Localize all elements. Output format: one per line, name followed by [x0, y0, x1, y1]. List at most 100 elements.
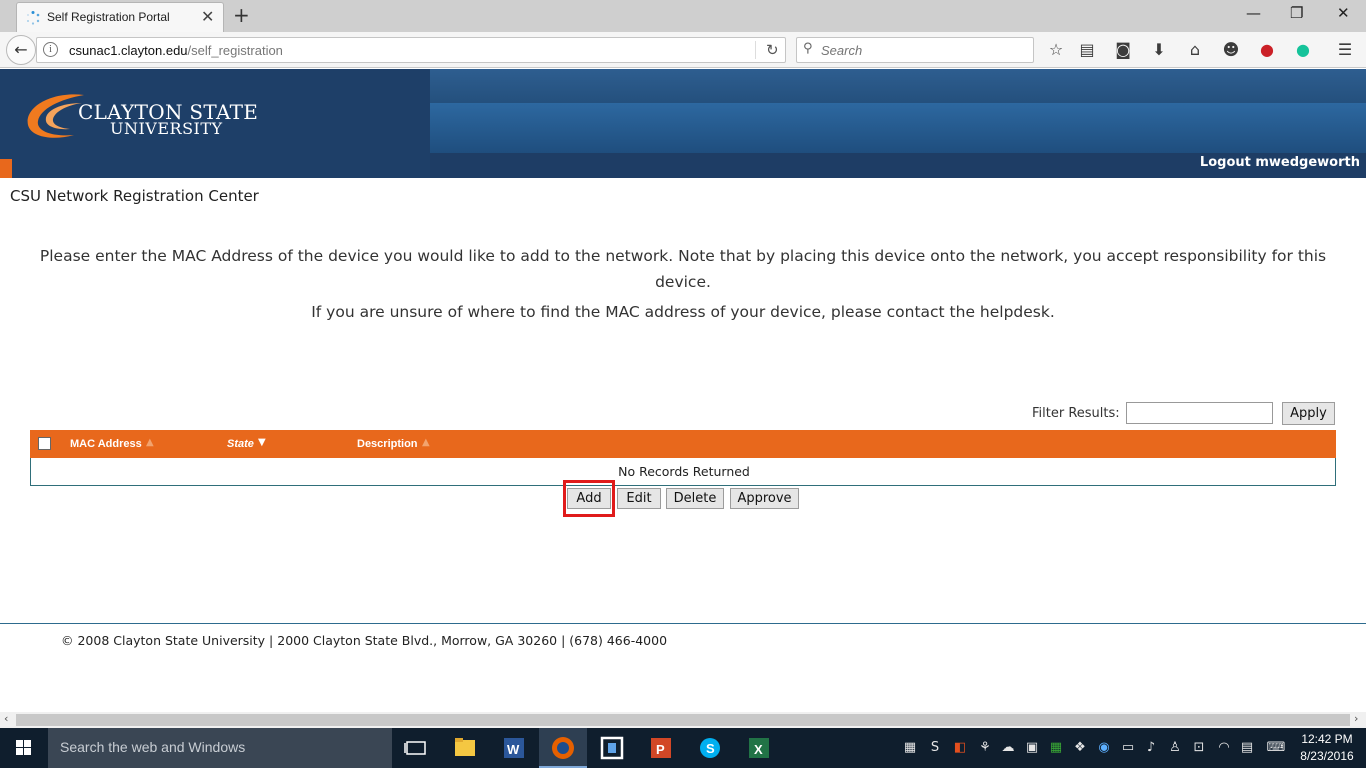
clock-date: 8/23/2016 [1300, 749, 1354, 763]
bookmark-star-icon[interactable]: ☆ [1044, 40, 1068, 60]
sort-up-icon[interactable]: ▲ [422, 437, 430, 448]
approve-button[interactable]: Approve [730, 488, 799, 509]
skype-button[interactable]: S [686, 728, 734, 768]
firefox-icon [552, 737, 574, 759]
sync-tray-icon[interactable]: ◉ [1096, 740, 1112, 756]
url-host: csunac1.clayton.edu [69, 43, 188, 58]
site-header: CLAYTON STATE UNIVERSITY Logout mwedgewo… [0, 69, 1366, 178]
keyboard-layout-icon[interactable]: ⌨ [1264, 740, 1288, 756]
empty-table-message: No Records Returned [618, 464, 750, 479]
skype-tray-icon[interactable]: S [927, 740, 943, 756]
folder-icon [455, 738, 475, 756]
taskbar-search-box[interactable]: Search the web and Windows [48, 728, 392, 768]
column-state[interactable]: State [227, 438, 254, 450]
select-all-checkbox[interactable] [38, 437, 51, 450]
taskbar-search-placeholder: Search the web and Windows [60, 739, 246, 755]
restore-icon[interactable]: ❐ [1290, 4, 1303, 22]
svg-text:P: P [656, 742, 665, 757]
volume-icon[interactable]: ♪ [1143, 740, 1159, 756]
loading-icon [27, 11, 40, 25]
instructions-text: Please enter the MAC Address of the devi… [39, 247, 1327, 291]
clock-time: 12:42 PM [1301, 732, 1353, 746]
user-tray-icon[interactable]: ♙ [1167, 740, 1183, 756]
grammarly-icon[interactable]: ● [1291, 40, 1315, 60]
powerpoint-button[interactable]: P [637, 728, 685, 768]
task-view-icon [404, 741, 426, 755]
logout-link[interactable]: Logout mwedgeworth [1200, 155, 1360, 170]
keyboard-tray-icon[interactable]: ▦ [902, 740, 918, 756]
edit-button[interactable]: Edit [617, 488, 661, 509]
back-button[interactable]: ← [6, 35, 36, 65]
sheets-tray-icon[interactable]: ▦ [1048, 740, 1064, 756]
close-tab-icon[interactable]: ✕ [201, 7, 214, 26]
svg-text:S: S [706, 741, 715, 756]
browser-tab[interactable]: Self Registration Portal ✕ [16, 2, 224, 32]
banner-strip-middle [430, 103, 1366, 153]
add-button-highlight [563, 480, 615, 517]
network-drive-tray-icon[interactable]: ▣ [1024, 740, 1040, 756]
svg-text:X: X [754, 742, 763, 757]
browser-search-box[interactable]: ⚲ [796, 37, 1034, 63]
pocket-icon[interactable]: ◙ [1111, 40, 1135, 60]
filter-label: Filter Results: [1032, 406, 1120, 421]
column-mac-address[interactable]: MAC Address [70, 438, 142, 450]
cloud-tray-icon[interactable]: ☁ [1000, 740, 1016, 756]
wifi-icon[interactable]: ◠ [1216, 740, 1232, 756]
pinterest-icon[interactable]: ● [1255, 40, 1279, 60]
windows-logo-icon [16, 740, 31, 755]
skype-icon: S [700, 738, 720, 758]
home-icon[interactable]: ⌂ [1183, 40, 1207, 60]
action-center-icon[interactable]: ▤ [1239, 740, 1255, 756]
sort-down-icon[interactable]: ▼ [258, 437, 266, 448]
banner-strip-top [430, 69, 1366, 103]
reload-icon[interactable]: ↻ [755, 41, 779, 59]
filter-input[interactable] [1126, 402, 1273, 424]
start-button[interactable] [0, 728, 48, 768]
footer-text: © 2008 Clayton State University | 2000 C… [61, 633, 668, 648]
site-info-icon[interactable]: i [43, 42, 58, 57]
dropbox-tray-icon[interactable]: ❖ [1072, 740, 1088, 756]
tab-title: Self Registration Portal [47, 10, 170, 24]
reading-list-icon[interactable]: ▤ [1075, 40, 1099, 60]
firefox-button[interactable] [539, 728, 587, 768]
search-icon: ⚲ [803, 41, 813, 56]
windows-taskbar: Search the web and Windows W P S X ▦ S ◧… [0, 728, 1366, 768]
system-clock[interactable]: 12:42 PM 8/23/2016 [1292, 731, 1362, 765]
browser-search-input[interactable] [821, 41, 1021, 59]
scroll-left-icon[interactable]: ‹ [4, 712, 8, 725]
device-table-body: No Records Returned [30, 458, 1336, 486]
excel-button[interactable]: X [735, 728, 783, 768]
device-table-header: MAC Address ▲ State ▼ Description ▲ [30, 430, 1336, 458]
address-bar[interactable]: i csunac1.clayton.edu/self_registration … [36, 37, 786, 63]
svg-text:W: W [507, 742, 520, 757]
app-button[interactable] [588, 728, 636, 768]
new-tab-icon[interactable]: + [233, 3, 250, 27]
close-window-icon[interactable]: ✕ [1337, 4, 1350, 22]
download-icon[interactable]: ⬇ [1147, 40, 1171, 60]
tab-strip: Self Registration Portal ✕ + — ❐ ✕ [0, 0, 1366, 32]
plugin-tray-icon[interactable]: ⚘ [977, 740, 993, 756]
excel-icon: X [749, 738, 769, 758]
horizontal-scrollbar[interactable]: ‹ › [0, 712, 1366, 728]
office-tray-icon[interactable]: ◧ [952, 740, 968, 756]
word-button[interactable]: W [490, 728, 538, 768]
word-icon: W [504, 738, 524, 758]
page-title: CSU Network Registration Center [10, 187, 259, 205]
brand-accent [0, 159, 12, 178]
lock-tray-icon[interactable]: ⊡ [1191, 740, 1207, 756]
sort-up-icon[interactable]: ▲ [146, 437, 154, 448]
scroll-right-icon[interactable]: › [1354, 712, 1358, 725]
column-description[interactable]: Description [357, 438, 418, 450]
file-explorer-button[interactable] [441, 728, 489, 768]
apply-filter-button[interactable]: Apply [1282, 402, 1335, 425]
logo-panel: CLAYTON STATE UNIVERSITY [0, 69, 430, 178]
task-view-button[interactable] [392, 728, 440, 768]
minimize-icon[interactable]: — [1246, 4, 1261, 22]
scrollbar-thumb[interactable] [16, 714, 1350, 726]
menu-icon[interactable]: ☰ [1333, 40, 1357, 60]
battery-icon[interactable]: ▭ [1120, 740, 1136, 756]
chat-icon[interactable]: ☻ [1219, 40, 1243, 60]
app-frame-icon [600, 736, 624, 760]
delete-button[interactable]: Delete [666, 488, 724, 509]
helpdesk-text: If you are unsure of where to find the M… [311, 303, 1055, 321]
